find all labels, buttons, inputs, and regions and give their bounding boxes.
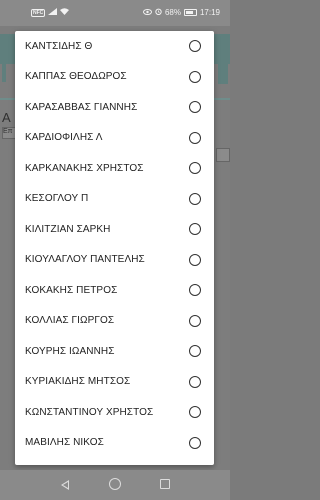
option-item[interactable]: ΚΑΡΑΣΑΒΒΑΣ ΓΙΑΝΝΗΣ: [15, 92, 214, 123]
radio-button[interactable]: [189, 345, 201, 358]
status-left: NFC: [31, 8, 70, 17]
recent-apps-icon[interactable]: [160, 479, 170, 489]
option-label: ΚΑΡΚΑΝΑΚΗΣ ΧΡΗΣΤΟΣ: [25, 162, 144, 174]
radio-button[interactable]: [189, 284, 201, 297]
eye-comfort-icon: [142, 8, 152, 17]
radio-button[interactable]: [189, 223, 201, 236]
status-bar: NFC 68% 17:19: [0, 0, 230, 26]
option-label: ΚΑΝΤΣΙΔΗΣ Θ: [25, 40, 93, 52]
radio-button[interactable]: [189, 131, 201, 144]
radio-button[interactable]: [189, 101, 201, 114]
radio-button[interactable]: [189, 40, 201, 53]
navigation-bar: [0, 470, 230, 500]
option-label: ΚΩΝΣΤΑΝΤΙΝΟΥ ΧΡΗΣΤΟΣ: [25, 406, 154, 418]
option-item[interactable]: ΚΑΝΤΣΙΔΗΣ Θ: [15, 31, 214, 62]
option-label: ΚΙΛΙΤΖΙΑΝ ΣΑΡΚΗ: [25, 223, 111, 235]
option-item[interactable]: ΚΙΛΙΤΖΙΑΝ ΣΑΡΚΗ: [15, 214, 214, 245]
option-label: ΚΑΡΑΣΑΒΒΑΣ ΓΙΑΝΝΗΣ: [25, 101, 138, 113]
radio-button[interactable]: [189, 406, 201, 419]
battery-percent: 68%: [164, 8, 181, 17]
background-label: Α: [2, 110, 11, 125]
background-right-select: [216, 148, 230, 162]
option-label: ΚΥΡΙΑΚΙΔΗΣ ΜΗΤΣΟΣ: [25, 376, 131, 388]
option-label: ΚΙΟΥΛΑΓΛΟΥ ΠΑΝΤΕΛΗΣ: [25, 254, 145, 266]
option-label: ΜΑΒΙΛΗΣ ΝΙΚΟΣ: [25, 437, 104, 449]
radio-button[interactable]: [189, 192, 201, 205]
option-item[interactable]: ΚΕΣΟΓΛΟΥ Π: [15, 184, 214, 215]
option-label: ΚΟΥΡΗΣ ΙΩΑΝΝΗΣ: [25, 345, 115, 357]
nfc-icon: NFC: [31, 8, 46, 17]
option-item[interactable]: ΚΙΟΥΛΑΓΛΟΥ ΠΑΝΤΕΛΗΣ: [15, 245, 214, 276]
option-item[interactable]: ΚΑΡΔΙΟΦΙΛΗΣ Λ: [15, 123, 214, 154]
status-right: 68% 17:19: [142, 8, 220, 17]
option-label: ΚΑΡΔΙΟΦΙΛΗΣ Λ: [25, 132, 103, 144]
clock: 17:19: [199, 8, 220, 17]
back-icon[interactable]: [61, 480, 69, 490]
background-right-element: [218, 64, 228, 84]
option-label: ΚΑΠΠΑΣ ΘΕΟΔΩΡΟΣ: [25, 71, 127, 83]
radio-button[interactable]: [189, 375, 201, 388]
option-item[interactable]: ΚΥΡΙΑΚΙΔΗΣ ΜΗΤΣΟΣ: [15, 367, 214, 398]
background-left-element: [2, 64, 6, 82]
signal-icon: [48, 8, 58, 17]
option-item[interactable]: ΚΟΥΡΗΣ ΙΩΑΝΝΗΣ: [15, 336, 214, 367]
single-choice-dialog: ΚΑΝΤΣΙΔΗΣ Θ ΚΑΠΠΑΣ ΘΕΟΔΩΡΟΣ ΚΑΡΑΣΑΒΒΑΣ ΓΙΑ…: [15, 31, 214, 465]
radio-button[interactable]: [189, 253, 201, 266]
wifi-icon: [60, 8, 70, 17]
background-select: Επ: [2, 127, 16, 139]
option-item[interactable]: ΚΟΛΛΙΑΣ ΓΙΩΡΓΟΣ: [15, 306, 214, 337]
option-item[interactable]: ΚΑΡΚΑΝΑΚΗΣ ΧΡΗΣΤΟΣ: [15, 153, 214, 184]
radio-button[interactable]: [189, 70, 201, 83]
radio-button[interactable]: [189, 314, 201, 327]
option-list: ΚΑΝΤΣΙΔΗΣ Θ ΚΑΠΠΑΣ ΘΕΟΔΩΡΟΣ ΚΑΡΑΣΑΒΒΑΣ ΓΙΑ…: [15, 31, 214, 458]
option-item[interactable]: ΚΩΝΣΤΑΝΤΙΝΟΥ ΧΡΗΣΤΟΣ: [15, 397, 214, 428]
option-item[interactable]: ΚΟΚΑΚΗΣ ΠΕΤΡΟΣ: [15, 275, 214, 306]
radio-button[interactable]: [189, 162, 201, 175]
home-icon[interactable]: [109, 478, 121, 490]
battery-icon: [183, 9, 197, 16]
option-item[interactable]: ΜΑΒΙΛΗΣ ΝΙΚΟΣ: [15, 428, 214, 459]
radio-button[interactable]: [189, 436, 201, 449]
alarm-icon: [155, 8, 162, 17]
option-label: ΚΟΛΛΙΑΣ ΓΙΩΡΓΟΣ: [25, 315, 115, 327]
option-label: ΚΟΚΑΚΗΣ ΠΕΤΡΟΣ: [25, 284, 118, 296]
option-label: ΚΕΣΟΓΛΟΥ Π: [25, 193, 89, 205]
option-item[interactable]: ΚΑΠΠΑΣ ΘΕΟΔΩΡΟΣ: [15, 62, 214, 93]
